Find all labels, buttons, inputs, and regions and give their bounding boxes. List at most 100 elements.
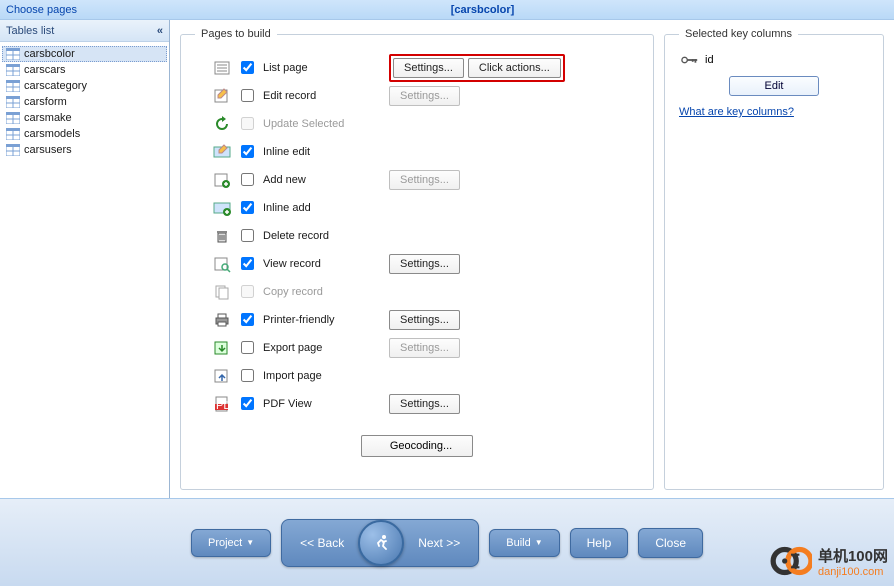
key-icon	[681, 55, 699, 65]
import-icon	[213, 367, 231, 385]
inline-add-checkbox[interactable]	[241, 201, 254, 214]
add-new-label: Add new	[263, 174, 383, 186]
update-selected-checkbox	[241, 117, 254, 130]
list-page-click-actions-button[interactable]: Click actions...	[468, 58, 561, 78]
titlebar: Choose pages [carsbcolor]	[0, 0, 894, 20]
next-button[interactable]: Next >>	[400, 529, 478, 557]
highlight-box: Settings...Click actions...	[389, 54, 565, 82]
list-page-settings-button[interactable]: Settings...	[393, 58, 464, 78]
table-item-carsform[interactable]: carsform	[2, 94, 167, 110]
key-columns-panel: Selected key columns id Edit What are ke…	[664, 28, 884, 490]
export-page-checkbox[interactable]	[241, 341, 254, 354]
close-button[interactable]: Close	[638, 528, 703, 558]
keycols-legend: Selected key columns	[679, 28, 798, 40]
export-page-label: Export page	[263, 342, 383, 354]
page-row-edit-record: Edit record Settings...	[195, 82, 639, 109]
table-label: carscategory	[24, 80, 87, 92]
pdf-view-label: PDF View	[263, 398, 383, 410]
export-page-settings-button: Settings...	[389, 338, 460, 358]
table-item-carsmodels[interactable]: carsmodels	[2, 126, 167, 142]
pdf-view-settings-button[interactable]: Settings...	[389, 394, 460, 414]
watermark-logo-icon	[770, 540, 812, 582]
runner-icon	[371, 533, 391, 553]
import-page-checkbox[interactable]	[241, 369, 254, 382]
view-record-settings-button[interactable]: Settings...	[389, 254, 460, 274]
table-label: carsmodels	[24, 128, 80, 140]
table-label: carsusers	[24, 144, 72, 156]
add-icon	[213, 171, 231, 189]
geocoding-button[interactable]: Geocoding...	[361, 435, 473, 457]
copy-record-label: Copy record	[263, 286, 383, 298]
import-page-label: Import page	[263, 370, 383, 382]
printer-friendly-settings-button[interactable]: Settings...	[389, 310, 460, 330]
key-column-row: id	[679, 50, 869, 76]
view-record-checkbox[interactable]	[241, 257, 254, 270]
print-icon	[213, 311, 231, 329]
titlebar-center: [carsbcolor]	[77, 4, 888, 16]
list-page-checkbox[interactable]	[241, 61, 254, 74]
footer: Project▼ << Back Next >> Build▼ Help Clo…	[0, 498, 894, 586]
update-icon	[213, 115, 231, 133]
copy-icon	[213, 283, 231, 301]
edit-record-settings-button: Settings...	[389, 86, 460, 106]
edit-keycols-button[interactable]: Edit	[729, 76, 819, 96]
page-row-import-page: Import page	[195, 362, 639, 389]
table-label: carscars	[24, 64, 66, 76]
build-button[interactable]: Build▼	[489, 529, 559, 557]
table-icon	[6, 48, 20, 60]
list-icon	[213, 59, 231, 77]
pdf-view-checkbox[interactable]	[241, 397, 254, 410]
inline-add-label: Inline add	[263, 202, 383, 214]
key-id-label: id	[705, 54, 714, 66]
table-icon	[6, 96, 20, 108]
project-button[interactable]: Project▼	[191, 529, 271, 557]
table-item-carsbcolor[interactable]: carsbcolor	[2, 46, 167, 62]
edit-icon	[213, 87, 231, 105]
add-new-settings-button: Settings...	[389, 170, 460, 190]
table-label: carsbcolor	[24, 48, 75, 60]
titlebar-left: Choose pages	[6, 4, 77, 16]
table-icon	[6, 144, 20, 156]
page-row-copy-record: Copy record	[195, 278, 639, 305]
page-row-export-page: Export page Settings...	[195, 334, 639, 361]
pages-to-build-panel: Pages to build List pageSettings...Click…	[180, 28, 654, 490]
sidebar-title: Tables list	[6, 25, 54, 37]
export-icon	[213, 339, 231, 357]
printer-friendly-checkbox[interactable]	[241, 313, 254, 326]
table-icon	[6, 128, 20, 140]
sidebar: Tables list « carsbcolor carscars carscate…	[0, 20, 170, 498]
inline-edit-checkbox[interactable]	[241, 145, 254, 158]
page-row-inline-edit: Inline edit	[195, 138, 639, 165]
page-row-view-record: View record Settings...	[195, 250, 639, 277]
keycols-help-link[interactable]: What are key columns?	[679, 106, 794, 118]
back-button[interactable]: << Back	[282, 529, 362, 557]
table-icon	[6, 112, 20, 124]
pages-legend: Pages to build	[195, 28, 277, 40]
edit-record-label: Edit record	[263, 90, 383, 102]
inline-add-icon	[213, 199, 231, 217]
help-button[interactable]: Help	[570, 528, 629, 558]
view-icon	[213, 255, 231, 273]
tables-list: carsbcolorcarscarscarscategorycarsformca…	[0, 42, 169, 498]
delete-icon	[213, 227, 231, 245]
sidebar-header: Tables list «	[0, 20, 169, 42]
add-new-checkbox[interactable]	[241, 173, 254, 186]
delete-record-checkbox[interactable]	[241, 229, 254, 242]
watermark-sub: danji100.com	[818, 566, 888, 578]
view-record-label: View record	[263, 258, 383, 270]
page-row-inline-add: Inline add	[195, 194, 639, 221]
table-item-carscars[interactable]: carscars	[2, 62, 167, 78]
inline-edit-icon	[213, 143, 231, 161]
page-row-update-selected: Update Selected	[195, 110, 639, 137]
page-row-add-new: Add new Settings...	[195, 166, 639, 193]
list-page-label: List page	[263, 62, 383, 74]
edit-record-checkbox[interactable]	[241, 89, 254, 102]
table-item-carscategory[interactable]: carscategory	[2, 78, 167, 94]
collapse-icon[interactable]: «	[157, 25, 163, 37]
nav-group: << Back Next >>	[281, 519, 479, 567]
page-row-pdf-view: PDFPDF ViewSettings...	[195, 390, 639, 417]
table-item-carsmake[interactable]: carsmake	[2, 110, 167, 126]
run-orb-button[interactable]	[358, 520, 404, 566]
inline-edit-label: Inline edit	[263, 146, 383, 158]
table-item-carsusers[interactable]: carsusers	[2, 142, 167, 158]
